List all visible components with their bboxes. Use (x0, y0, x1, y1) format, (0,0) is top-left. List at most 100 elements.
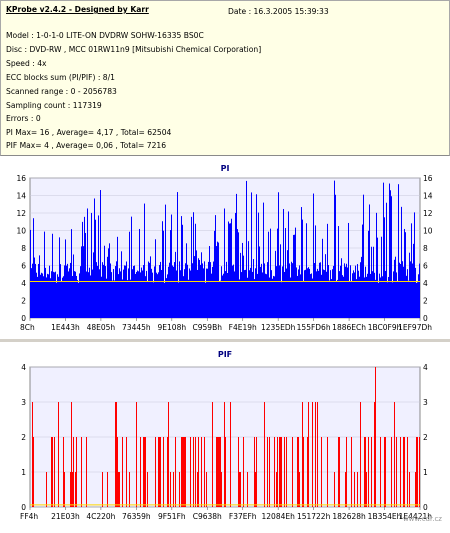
data-bar (216, 437, 217, 507)
data-bar (77, 280, 78, 318)
data-bar (144, 437, 145, 507)
x-tick-label: 1E443h (51, 323, 80, 332)
data-bar (224, 208, 225, 318)
data-bar (132, 269, 133, 318)
data-bar (276, 472, 277, 507)
data-bar (248, 241, 249, 318)
y-tick-label-right: 10 (423, 227, 433, 236)
data-bar (265, 273, 266, 318)
data-bar (225, 437, 226, 507)
data-bar (60, 264, 61, 318)
data-bar (76, 276, 77, 318)
data-bar (357, 472, 358, 507)
data-bar (73, 254, 74, 318)
y-tick-label-left: 6 (21, 262, 26, 271)
data-bar (403, 266, 404, 318)
data-bar (203, 268, 204, 318)
data-bar (354, 472, 355, 507)
data-bar (344, 263, 345, 318)
data-bar (401, 206, 402, 318)
data-bar (217, 437, 218, 507)
data-bar (47, 273, 48, 318)
data-bar (361, 256, 362, 318)
data-bar (96, 262, 97, 318)
data-bar (258, 212, 259, 318)
data-bar (317, 402, 318, 507)
data-bar (416, 282, 417, 318)
data-bar (329, 280, 330, 318)
data-bar (93, 252, 94, 318)
data-bar (412, 263, 413, 318)
data-bar (269, 277, 270, 318)
data-bar (297, 275, 298, 318)
data-bar (100, 190, 101, 318)
data-bar (392, 282, 393, 318)
data-bar (63, 276, 64, 318)
data-bar (72, 275, 73, 318)
data-bar (262, 272, 263, 318)
data-bar (220, 280, 221, 318)
data-bar (118, 472, 119, 507)
data-bar (321, 437, 322, 507)
data-bar (69, 268, 70, 318)
data-bar (362, 224, 363, 318)
data-bar (267, 262, 268, 318)
data-bar (274, 276, 275, 318)
data-bar (111, 272, 112, 318)
data-bar (37, 276, 38, 318)
x-tick-label: C959Bh (193, 323, 223, 332)
data-bar (224, 402, 225, 507)
data-bar (42, 273, 43, 318)
data-bar (339, 271, 340, 318)
data-bar (174, 262, 175, 318)
x-tick-label: 48E05h (87, 323, 116, 332)
data-bar (298, 437, 299, 507)
data-bar (395, 256, 396, 318)
data-bar (206, 268, 207, 318)
data-bar (163, 230, 164, 318)
data-bar (404, 437, 405, 507)
data-bar (214, 230, 215, 318)
pi-summary-line: PI Max= 16 , Average= 4,17 , Total= 6250… (6, 128, 172, 137)
data-bar (212, 402, 213, 507)
x-tick-label: 12084Eh (262, 512, 296, 521)
y-tick-label-right: 1 (423, 468, 428, 477)
y-tick-label-right: 4 (423, 363, 428, 372)
data-bar (233, 264, 234, 318)
x-tick-label: 8Ch (20, 323, 35, 332)
data-bar (400, 264, 401, 318)
watermark-text: www.cdr.cz (402, 515, 442, 523)
data-bar (198, 437, 199, 507)
data-bar (190, 437, 191, 507)
data-bar (311, 273, 312, 318)
data-bar (163, 437, 164, 507)
data-bar (346, 263, 347, 318)
y-tick-label-left: 14 (16, 192, 26, 201)
data-bar (348, 222, 349, 318)
data-bar (376, 212, 377, 318)
data-bar (56, 282, 57, 318)
data-bar (43, 276, 44, 318)
data-bar (86, 437, 87, 507)
data-bar (207, 268, 208, 318)
data-bar (292, 437, 293, 507)
data-bar (307, 268, 308, 318)
data-bar (240, 472, 241, 507)
data-bar (250, 267, 251, 318)
data-bar (70, 262, 71, 318)
data-bar (44, 231, 45, 318)
data-bar (145, 276, 146, 318)
y-tick-label-right: 3 (423, 398, 428, 407)
data-bar (200, 264, 201, 318)
data-bar (253, 259, 254, 318)
data-bar (136, 272, 137, 318)
data-bar (299, 265, 300, 318)
data-bar (74, 271, 75, 318)
data-bar (391, 196, 392, 318)
data-bar (135, 273, 136, 318)
data-bar (271, 270, 272, 318)
data-bar (394, 259, 395, 318)
data-bar (86, 271, 87, 318)
data-bar (322, 238, 323, 318)
data-bar (300, 274, 301, 318)
